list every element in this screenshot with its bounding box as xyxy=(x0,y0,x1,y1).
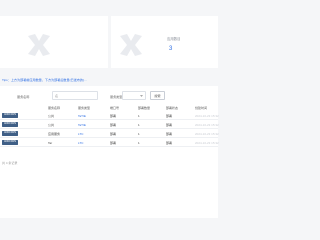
status-cell: 部署 xyxy=(166,140,173,145)
status-cell: 部署 xyxy=(166,113,173,118)
count-cell: 1 xyxy=(138,113,140,118)
search-button[interactable]: 搜索 xyxy=(150,91,165,100)
service-tag: ADDFDRS xyxy=(2,131,18,136)
port-cell: 部署 xyxy=(110,140,117,145)
time-cell: 2024-10-23 15:32 xyxy=(195,131,219,136)
status-cell: 部署 xyxy=(166,122,173,127)
column-header: 端口号 xyxy=(110,106,120,110)
table-row[interactable]: ADDFDRS Tar LTC 部署 1 部署 2024-10-23 15:32 xyxy=(0,138,219,147)
port-cell: 部署 xyxy=(110,113,117,118)
chevron-down-icon xyxy=(140,95,143,97)
service-name-cell: 公共 xyxy=(48,122,55,127)
service-type-cell[interactable]: TaTIE xyxy=(78,123,86,127)
service-type-cell[interactable]: TaTIE xyxy=(78,114,86,118)
service-panel: 服务名称 名 服务类型 搜索 服务名称 服务类型 端口号 部署数量 部署状态 创… xyxy=(0,86,219,218)
service-name-input[interactable]: 名 xyxy=(52,91,98,100)
time-cell: 2024-10-23 15:32 xyxy=(195,113,219,118)
service-name-label: 服务名称 xyxy=(17,95,30,99)
service-type-label: 服务类型 xyxy=(110,95,123,99)
status-cell: 部署 xyxy=(166,131,173,136)
service-type-cell[interactable]: LTC xyxy=(78,141,83,145)
stat-card-left xyxy=(0,16,108,68)
table-row[interactable]: ADDFDRS 应用服务 LTC 部署 1 部署 2024-10-23 15:3… xyxy=(0,129,219,138)
x-watermark-icon xyxy=(28,34,50,56)
column-header: 服务名称 xyxy=(48,106,61,110)
stat-card-right: 应用数目 3 xyxy=(111,16,218,68)
service-name-cell: 公共 xyxy=(48,113,55,118)
tip-text: Tips：上方为部署前应用数量，下方为部署后数量(已发布的)... xyxy=(2,77,87,82)
table-row[interactable]: ADDFDRS 公共 TaTIE 部署 1 部署 2024-10-23 15:3… xyxy=(0,111,219,120)
column-header: 部署状态 xyxy=(166,106,179,110)
column-header: 部署数量 xyxy=(138,106,151,110)
count-cell: 1 xyxy=(138,122,140,127)
record-count: 共 4 条记录 xyxy=(2,161,18,165)
search-button-label: 搜索 xyxy=(154,94,161,98)
page: 应用数目 3 Tips：上方为部署前应用数量，下方为部署后数量(已发布的)...… xyxy=(0,0,219,218)
service-name-cell: 应用服务 xyxy=(48,131,61,136)
table-row[interactable]: ADDFDRS 公共 TaTIE 部署 1 部署 2024-10-23 15:3… xyxy=(0,120,219,129)
stat-value: 3 xyxy=(169,46,173,52)
x-watermark-icon xyxy=(120,34,142,56)
stat-title: 应用数目 xyxy=(167,37,181,41)
service-tag: ADDFDRS xyxy=(2,113,18,118)
port-cell: 部署 xyxy=(110,131,117,136)
service-type-select[interactable] xyxy=(122,91,146,100)
time-cell: 2024-10-23 15:32 xyxy=(195,140,219,145)
service-tag: ADDFDRS xyxy=(2,140,18,145)
service-type-cell[interactable]: LTC xyxy=(78,132,83,136)
port-cell: 部署 xyxy=(110,122,117,127)
count-cell: 1 xyxy=(138,140,140,145)
tip-bar: Tips：上方为部署前应用数量，下方为部署后数量(已发布的)... xyxy=(0,75,218,83)
service-tag: ADDFDRS xyxy=(2,122,18,127)
column-header: 服务类型 xyxy=(78,106,91,110)
service-name-cell: Tar xyxy=(48,140,53,145)
time-cell: 2024-10-23 15:32 xyxy=(195,122,219,127)
column-header: 创建时间 xyxy=(195,106,208,110)
count-cell: 1 xyxy=(138,131,140,136)
